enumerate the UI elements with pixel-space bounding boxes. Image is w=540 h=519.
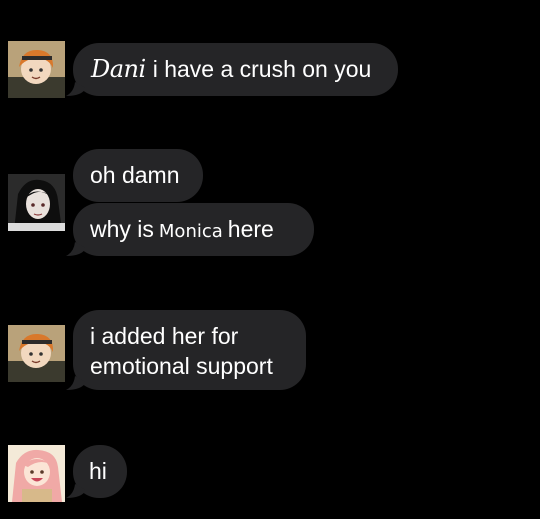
message-bubble[interactable]: why is Monica here [66, 203, 314, 256]
sender-name-tag: Dani [91, 55, 146, 83]
mentioned-name-tag: Monica [158, 221, 223, 242]
dark-hair-avatar[interactable] [8, 174, 65, 231]
dani-avatar[interactable] [8, 41, 65, 98]
dark-hair-avatar-image [8, 174, 65, 231]
message-bubble[interactable]: i added her for emotional support [66, 310, 306, 390]
message-text-prefix: why is [90, 216, 154, 242]
monica-avatar-image [8, 445, 65, 502]
message-text: oh damn [90, 162, 180, 188]
message-bubble[interactable]: hi [66, 445, 127, 498]
dani-avatar[interactable] [8, 325, 65, 382]
dani-avatar-image [8, 41, 65, 98]
message-text-line: emotional support [90, 353, 273, 379]
message-text: hi [89, 458, 107, 484]
message-bubble[interactable]: Dani i have a crush on you [66, 43, 398, 96]
bubble-tail-icon [66, 376, 86, 390]
bubble-tail-icon [66, 82, 86, 96]
message-text-line: i added her for [90, 323, 239, 349]
message-text: i have a crush on you [152, 56, 372, 82]
dani-avatar-image [8, 325, 65, 382]
bubble-tail-icon [66, 242, 86, 256]
message-bubble[interactable]: oh damn [73, 149, 203, 202]
bubble-tail-icon [66, 484, 86, 498]
monica-avatar[interactable] [8, 445, 65, 502]
message-text-suffix: here [227, 216, 274, 242]
